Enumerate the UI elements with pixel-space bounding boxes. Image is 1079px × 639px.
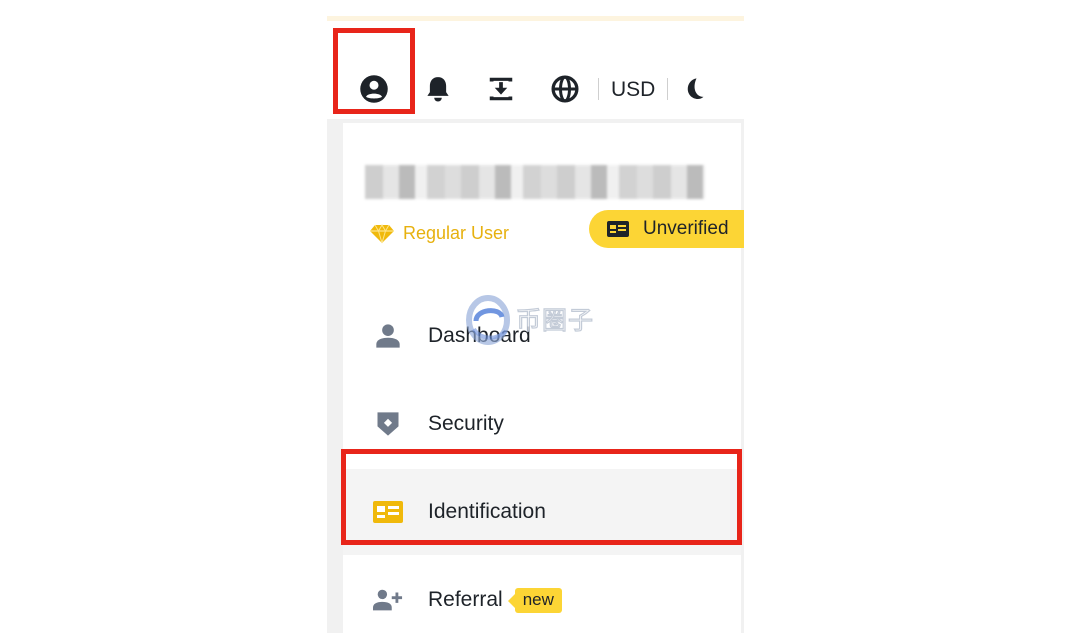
notifications-button[interactable] [421, 72, 455, 106]
download-button[interactable] [484, 72, 518, 106]
menu-item-referral[interactable]: Referral new [343, 557, 741, 633]
language-button[interactable] [548, 72, 582, 106]
menu-item-label: Dashboard [428, 324, 531, 347]
screenshot-frame: USD Regular User Unverified Dashboard Se… [327, 16, 744, 633]
diamond-icon [370, 223, 394, 243]
theme-toggle-button[interactable] [677, 72, 711, 106]
currency-selector[interactable]: USD [611, 78, 655, 102]
verification-status-badge[interactable]: Unverified [589, 210, 744, 248]
account-email-redacted [365, 165, 705, 199]
menu-item-label: Security [428, 412, 504, 435]
menu-item-label: Identification [428, 500, 546, 523]
globe-icon [551, 75, 579, 103]
download-icon [489, 77, 513, 101]
separator [667, 78, 668, 100]
id-card-icon [373, 497, 403, 527]
user-level-label: Regular User [403, 223, 510, 243]
moon-icon [687, 78, 704, 99]
bell-icon [427, 77, 449, 102]
account-dropdown: Regular User Unverified Dashboard Securi… [343, 123, 744, 633]
top-navbar: USD [327, 21, 744, 119]
user-level: Regular User [369, 223, 509, 244]
separator [598, 78, 599, 100]
id-card-icon [607, 221, 629, 237]
menu-item-dashboard[interactable]: Dashboard [343, 293, 741, 379]
account-button[interactable] [357, 72, 391, 106]
menu-item-security[interactable]: Security [343, 381, 741, 467]
new-badge: new [507, 587, 562, 613]
menu-item-identification[interactable]: Identification [343, 469, 741, 555]
user-circle-icon [360, 75, 388, 103]
verification-status-label: Unverified [643, 218, 729, 239]
shield-icon [373, 409, 403, 439]
menu-item-label: Referral [428, 588, 503, 611]
add-user-icon [373, 585, 403, 615]
person-icon [373, 321, 403, 351]
